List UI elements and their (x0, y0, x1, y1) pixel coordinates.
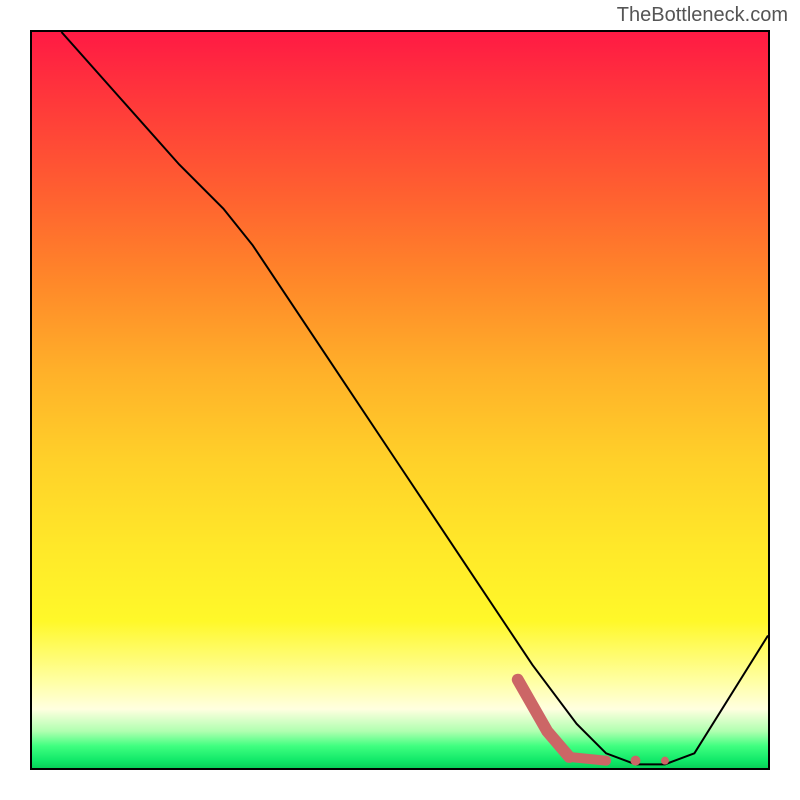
chart-plot-area (30, 30, 770, 770)
gradient-background (32, 32, 768, 768)
watermark-text: TheBottleneck.com (617, 4, 788, 27)
